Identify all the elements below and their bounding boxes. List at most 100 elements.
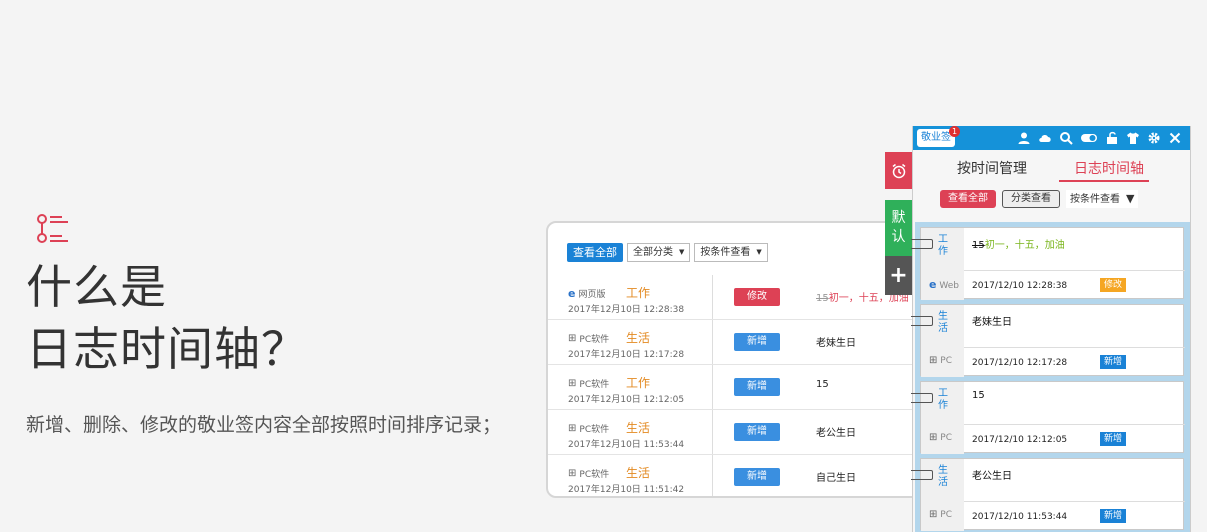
close-icon[interactable]	[1168, 131, 1182, 145]
log-row: ⊞ PC软件 工作 2017年12月10日 12:12:05 新增 15	[548, 365, 924, 410]
item-source: ⊞ PC	[929, 509, 952, 520]
unlock-icon[interactable]	[1105, 131, 1119, 145]
shirt-icon[interactable]	[1126, 131, 1140, 145]
tab-time-manage[interactable]: 按时间管理	[957, 158, 1027, 178]
add-tag: 新增	[1100, 509, 1127, 523]
caret-down-icon: ▼	[679, 248, 685, 256]
view-all-button[interactable]: 查看全部	[567, 243, 623, 262]
row-category: 生活	[626, 421, 651, 435]
user-icon[interactable]	[1017, 131, 1031, 145]
row-content: 自己生日	[816, 473, 856, 484]
add-button[interactable]: 新增	[734, 468, 780, 486]
tab-log-timeline[interactable]: 日志时间轴	[1074, 158, 1144, 178]
row-source-label: PC软件	[579, 470, 610, 480]
item-source-label: PC	[940, 356, 952, 366]
item-category: 生活	[938, 311, 948, 334]
brand-name: 敬业签	[921, 132, 951, 143]
row-time: 2017年12月10日 12:12:05	[568, 395, 685, 405]
log-row: ⊞ PC软件 生活 2017年12月10日 11:51:42 新增 自己生日	[548, 455, 924, 496]
item-source-label: PC	[940, 510, 952, 520]
item-source-label: Web	[939, 281, 959, 291]
item-source: e Web	[929, 278, 959, 291]
add-button[interactable]: 新增	[734, 333, 780, 351]
toggle-icon[interactable]	[1080, 131, 1098, 145]
row-source: ⊞ PC软件	[568, 332, 609, 345]
ie-icon: e	[568, 287, 576, 300]
item-text: 15	[972, 390, 985, 401]
item-time: 2017/12/10 12:28:38	[972, 281, 1068, 291]
hero-title-line1: 什么是	[26, 260, 167, 314]
log-row: ⊞ PC软件 生活 2017年12月10日 12:17:28 新增 老妹生日	[548, 320, 924, 365]
row-source-label: PC软件	[579, 335, 610, 345]
topbar-icons	[1017, 131, 1182, 145]
timeline-item[interactable]: 工作 e Web 15初一，十五，加油 2017/12/10 12:28:38 …	[911, 227, 1185, 300]
add-button[interactable]: 新增	[734, 378, 780, 396]
item-time: 2017/12/10 12:12:05	[972, 435, 1068, 445]
ie-icon: e	[929, 278, 937, 291]
timeline-item[interactable]: 工作 ⊞ PC 15 2017/12/10 12:12:05 新增	[911, 381, 1185, 454]
windows-icon: ⊞	[568, 468, 577, 479]
timeline-item[interactable]: 生活 ⊞ PC 老妹生日 2017/12/10 12:17:28 新增	[911, 304, 1185, 377]
row-source-label: PC软件	[579, 425, 610, 435]
default-category-label: 默认	[891, 210, 906, 245]
add-category-tab[interactable]: +	[885, 256, 912, 295]
condition-select-label: 按条件查看	[700, 247, 751, 258]
card-toolbar: 查看全部 全部分类 ▼ 按条件查看 ▼	[567, 243, 768, 262]
timeline-icon	[37, 214, 68, 243]
row-source: ⊞ PC软件	[568, 422, 609, 435]
plus-icon: +	[889, 263, 908, 288]
row-source-label: 网页版	[578, 290, 606, 300]
caret-down-icon: ▼	[756, 248, 762, 256]
item-text: 15初一，十五，加油	[972, 236, 1065, 251]
active-tab-underline	[1059, 180, 1149, 182]
condition-view-label: 按条件查看	[1070, 194, 1120, 205]
app-panel: 敬业签 1 按时间管理 日志时间轴 查看全部 分类查看 按条件查看 ▼ 工作 e…	[911, 126, 1191, 532]
timeline-connector	[911, 316, 933, 326]
windows-icon: ⊞	[929, 355, 938, 366]
item-category: 工作	[938, 234, 948, 257]
row-category: 工作	[626, 286, 651, 300]
row-category: 生活	[626, 331, 651, 345]
modify-tag: 修改	[1100, 278, 1127, 292]
category-view-button[interactable]: 分类查看	[1002, 190, 1060, 208]
condition-select[interactable]: 按条件查看 ▼	[694, 243, 768, 262]
category-select-label: 全部分类	[633, 247, 673, 258]
row-category: 生活	[626, 466, 651, 480]
modify-button[interactable]: 修改	[734, 288, 780, 306]
row-time: 2017年12月10日 12:28:38	[568, 305, 685, 315]
row-category: 工作	[626, 376, 651, 390]
timeline-connector	[911, 393, 933, 403]
panel-topbar: 敬业签 1	[913, 126, 1190, 150]
hero-description: 新增、删除、修改的敬业签内容全部按照时间排序记录；	[26, 414, 502, 436]
timeline-item[interactable]: 生活 ⊞ PC 老公生日 2017/12/10 11:53:44 新增	[911, 458, 1185, 531]
alarm-tab[interactable]	[885, 152, 912, 189]
search-icon[interactable]	[1059, 131, 1073, 145]
condition-view-select[interactable]: 按条件查看 ▼	[1066, 190, 1139, 208]
brand-logo[interactable]: 敬业签 1	[917, 126, 960, 147]
add-button[interactable]: 新增	[734, 423, 780, 441]
hero-title-line2: 日志时间轴？	[26, 322, 308, 376]
log-row: ⊞ PC软件 生活 2017年12月10日 11:53:44 新增 老公生日	[548, 410, 924, 455]
add-tag: 新增	[1100, 432, 1127, 446]
windows-icon: ⊞	[568, 378, 577, 389]
item-category: 工作	[938, 388, 948, 411]
gear-icon[interactable]	[1147, 131, 1161, 145]
item-divider	[964, 270, 1185, 271]
timeline-list[interactable]: 工作 e Web 15初一，十五，加油 2017/12/10 12:28:38 …	[911, 222, 1190, 532]
windows-icon: ⊞	[568, 423, 577, 434]
item-source: ⊞ PC	[929, 355, 952, 366]
category-select[interactable]: 全部分类 ▼	[627, 243, 691, 262]
row-source: ⊞ PC软件	[568, 467, 609, 480]
cloud-icon[interactable]	[1038, 131, 1052, 145]
timeline-connector	[911, 470, 933, 480]
item-divider	[964, 347, 1185, 348]
row-content: 老妹生日	[816, 338, 856, 349]
item-text-content: 初一，十五，加油	[984, 240, 1065, 251]
timeline-connector	[911, 239, 933, 249]
default-category-tab[interactable]: 默认	[885, 200, 912, 256]
caret-down-icon: ▼	[1126, 192, 1135, 205]
windows-icon: ⊞	[929, 432, 938, 443]
view-all-button[interactable]: 查看全部	[940, 190, 996, 208]
windows-icon: ⊞	[568, 333, 577, 344]
log-card: 查看全部 全部分类 ▼ 按条件查看 ▼ e 网页版 工作 2017年12月10日 …	[546, 221, 926, 498]
